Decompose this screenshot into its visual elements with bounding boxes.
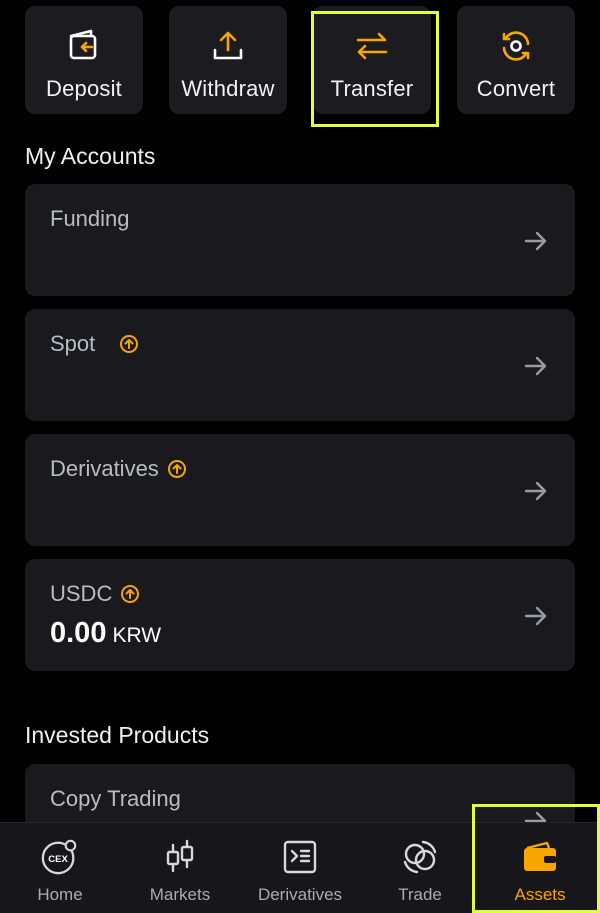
deposit-icon <box>66 28 102 64</box>
tab-derivatives-label: Derivatives <box>257 885 343 904</box>
tab-home[interactable]: CEX Home <box>0 823 120 913</box>
copy-trading-label: Copy Trading <box>50 786 181 811</box>
arrow-up-circle-icon[interactable] <box>119 334 139 354</box>
derivatives-account-card[interactable]: Derivatives <box>25 434 575 546</box>
usdc-amount: 0.00 <box>50 617 107 649</box>
usdc-label: USDC <box>50 581 113 606</box>
tab-trade-label: Trade <box>398 885 442 904</box>
arrow-right-icon <box>524 356 547 376</box>
arrow-right-icon <box>524 606 547 626</box>
bottom-tab-bar: CEX Home Markets Derivatives Trade Asset… <box>0 804 600 913</box>
arrow-up-circle-icon[interactable] <box>120 584 140 604</box>
usdc-account-card[interactable]: USDC 0.00 KRW <box>25 559 575 671</box>
wallet-icon <box>520 837 560 877</box>
tab-home-label: Home <box>37 885 83 904</box>
tab-assets-label: Assets <box>514 885 566 904</box>
tab-derivatives[interactable]: Derivatives <box>240 823 360 913</box>
usdc-balance: 0.00 KRW <box>50 617 161 650</box>
cex-icon: CEX <box>40 837 80 877</box>
spot-label: Spot <box>50 331 96 356</box>
upload-icon <box>210 28 246 64</box>
transfer-label: Transfer <box>330 76 414 101</box>
svg-text:CEX: CEX <box>48 854 68 865</box>
invested-products-title: Invested Products <box>25 722 210 748</box>
trade-icon <box>400 837 440 877</box>
tab-trade[interactable]: Trade <box>360 823 480 913</box>
tab-markets-label: Markets <box>149 885 211 904</box>
spot-account-card[interactable]: Spot <box>25 309 575 421</box>
convert-button[interactable]: Convert <box>457 6 575 114</box>
deposit-button[interactable]: Deposit <box>25 6 143 114</box>
withdraw-label: Withdraw <box>181 76 275 101</box>
derivatives-label: Derivatives <box>50 456 159 481</box>
candlestick-icon <box>160 837 200 877</box>
usdc-currency: KRW <box>112 624 162 647</box>
arrow-up-circle-icon[interactable] <box>167 459 187 479</box>
funding-account-card[interactable]: Funding <box>25 184 575 296</box>
swap-arrows-icon <box>354 28 390 64</box>
arrow-right-icon <box>524 231 547 251</box>
arrow-right-icon <box>524 481 547 501</box>
quick-actions: Deposit Withdraw Transfer Convert <box>0 0 600 130</box>
deposit-label: Deposit <box>46 76 122 101</box>
convert-label: Convert <box>476 76 556 101</box>
tab-assets[interactable]: Assets <box>480 823 600 913</box>
my-accounts-title: My Accounts <box>25 143 156 169</box>
transfer-button[interactable]: Transfer <box>313 6 431 114</box>
terminal-icon <box>280 837 320 877</box>
funding-label: Funding <box>50 206 130 231</box>
withdraw-button[interactable]: Withdraw <box>169 6 287 114</box>
tab-markets[interactable]: Markets <box>120 823 240 913</box>
convert-icon <box>498 28 534 64</box>
